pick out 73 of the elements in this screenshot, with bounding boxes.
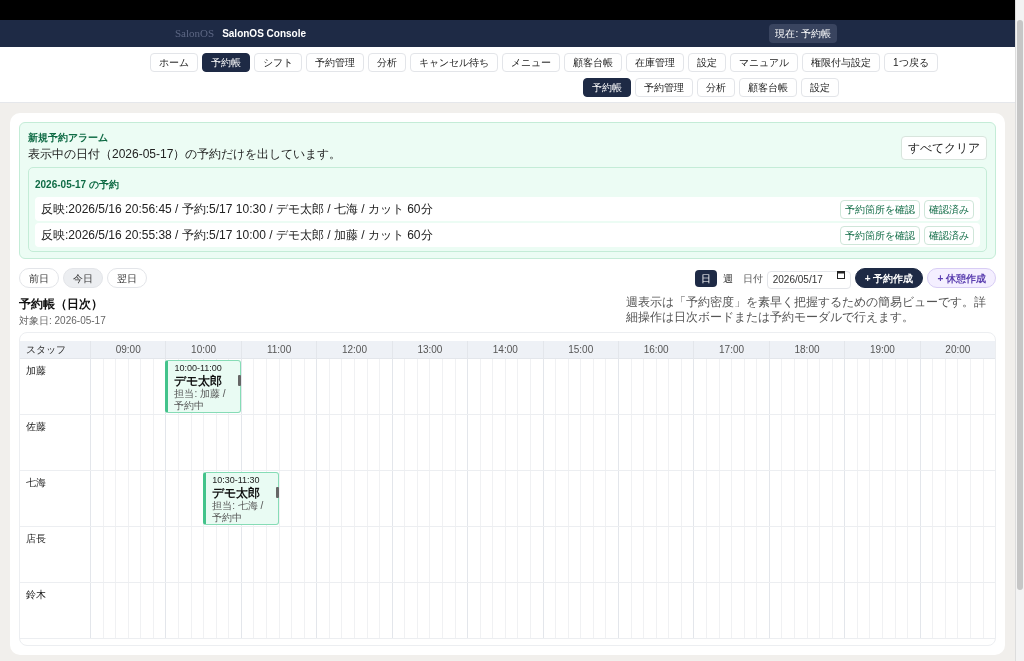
hour-header: 15:00 [542, 341, 618, 358]
app-title: SalonOS Console [222, 27, 307, 41]
nav-tab[interactable]: 設定 [688, 53, 726, 72]
nav-tab[interactable]: 在庫管理 [626, 53, 684, 72]
hour-header: 16:00 [617, 341, 694, 358]
nav-tab[interactable]: 顧客台帳 [564, 53, 622, 72]
nav-tab[interactable]: 予約管理 [306, 53, 364, 72]
customer-name: デモ太郎 [212, 486, 262, 500]
locate-button[interactable]: 予約箇所を確認 [840, 225, 920, 245]
nav-tab[interactable]: 分析 [368, 53, 406, 72]
staff-name: 店長 [25, 532, 47, 546]
confirm-button[interactable]: 確認済み [924, 225, 974, 245]
locate-button[interactable]: 予約箇所を確認 [840, 199, 920, 219]
hour-header: 13:00 [391, 341, 468, 358]
appointment-detail: 担当: 加藤 / 予約中 [174, 388, 227, 412]
scrollbar[interactable] [1015, 0, 1024, 661]
nav-tab[interactable]: シフト [254, 53, 302, 72]
logo: SalonOS [175, 26, 215, 42]
hour-header: 12:00 [316, 341, 392, 358]
resize-handle[interactable] [237, 375, 241, 386]
create-break-button[interactable]: + 休憩作成 [927, 268, 996, 288]
alarm-text: 反映:2026/5/16 20:56:45 / 予約:5/17 10:30 / デモ太郎 / 七海 / カット 60分 [41, 201, 433, 218]
view-tab[interactable]: 日 [694, 269, 717, 287]
sub-nav-tab[interactable]: 顧客台帳 [739, 78, 797, 97]
nav-tab[interactable]: マニュアル [730, 53, 798, 72]
nav-tab[interactable]: 権限付与設定 [802, 53, 880, 72]
create-reservation-button[interactable]: + 予約作成 [854, 268, 924, 288]
appointment-detail: 担当: 七海 / 予約中 [212, 500, 265, 524]
nav-tab[interactable]: 予約帳 [202, 53, 250, 72]
customer-name: デモ太郎 [174, 374, 224, 388]
staff-header: スタッフ [25, 343, 67, 357]
group-title: 2026-05-17 の予約 [35, 179, 119, 190]
alarm-description: 表示中の日付（2026-05-17）の予約だけを出しています。 [28, 146, 342, 163]
view-note: 週表示は「予約密度」を素早く把握するための簡易ビューです。詳細操作は日次ボードまたは予約モーダルで行えます。 [626, 295, 987, 325]
sub-nav-tab[interactable]: 分析 [697, 78, 735, 97]
confirm-button[interactable]: 確認済み [924, 199, 974, 219]
sub-nav-tab[interactable]: 予約管理 [635, 78, 693, 97]
scrollbar-thumb[interactable] [1017, 20, 1023, 590]
staff-name: 鈴木 [25, 588, 47, 602]
target-date: 対象日: 2026-05-17 [19, 314, 106, 328]
nav-tab[interactable]: キャンセル待ち [410, 53, 498, 72]
hour-header: 20:00 [919, 341, 996, 358]
appointment-time: 10:00-11:00 [174, 363, 223, 374]
current-page-badge: 現在: 予約帳 [769, 24, 837, 43]
appointment-time: 10:30-11:30 [212, 475, 261, 486]
hour-header: 17:00 [693, 341, 769, 358]
staff-name: 佐藤 [25, 420, 47, 434]
day-button[interactable]: 翌日 [107, 268, 147, 288]
alarm-title: 新規予約アラーム [28, 131, 109, 145]
alarm-text: 反映:2026/5/16 20:55:38 / 予約:5/17 10:00 / デモ太郎 / 加藤 / カット 60分 [41, 227, 433, 244]
schedule-title: 予約帳（日次） [19, 296, 104, 313]
nav-tab[interactable]: 1つ戻る [884, 53, 938, 72]
hour-header: 19:00 [844, 341, 920, 358]
hour-header: 10:00 [165, 341, 241, 358]
resize-handle[interactable] [275, 487, 279, 498]
appointment-card[interactable]: 10:00-11:00 デモ太郎 担当: 加藤 / 予約中 [165, 360, 241, 413]
nav-tab[interactable]: ホーム [150, 53, 198, 72]
day-button[interactable]: 前日 [19, 268, 59, 288]
day-button[interactable]: 今日 [63, 268, 103, 288]
calendar-icon [836, 271, 845, 279]
nav-tab[interactable]: メニュー [502, 53, 560, 72]
hour-header: 11:00 [240, 341, 317, 358]
hour-header: 18:00 [768, 341, 845, 358]
sub-nav-tab[interactable]: 予約帳 [583, 78, 631, 97]
appointment-card[interactable]: 10:30-11:30 デモ太郎 担当: 七海 / 予約中 [203, 472, 279, 525]
hour-header: 14:00 [467, 341, 543, 358]
hour-header: 09:00 [90, 341, 166, 358]
clear-all-button[interactable]: すべてクリア [901, 136, 987, 160]
staff-name: 七海 [25, 476, 47, 490]
sub-nav-tab[interactable]: 設定 [801, 78, 839, 97]
date-label: 日付 [742, 271, 763, 286]
date-field[interactable]: 2026/05/17 [766, 270, 851, 289]
staff-name: 加藤 [25, 364, 47, 378]
